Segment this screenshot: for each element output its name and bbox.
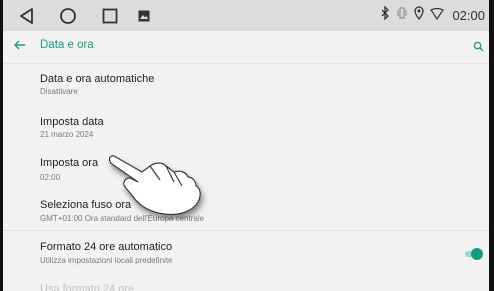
wifi-icon — [430, 7, 445, 25]
settings-list: Data e ora automatiche Disattivare Impos… — [3, 64, 489, 291]
setting-auto-datetime[interactable]: Data e ora automatiche Disattivare — [3, 64, 489, 102]
vibrate-icon — [396, 6, 408, 25]
setting-subtitle: 02:00 — [40, 173, 61, 182]
toggle-knob — [471, 248, 483, 260]
auto-24h-toggle[interactable] — [465, 248, 483, 260]
status-icons: 02:00 — [380, 0, 485, 31]
bluetooth-icon — [380, 5, 390, 25]
device-frame-right — [489, 0, 494, 291]
setting-title: Imposta ora — [40, 157, 99, 169]
status-time: 02:00 — [452, 8, 485, 23]
page-title: Data e ora — [40, 39, 94, 51]
app-header: Data e ora — [3, 31, 489, 64]
setting-title: Imposta data — [40, 116, 104, 128]
setting-title: Data e ora automatiche — [40, 73, 155, 85]
setting-subtitle: Disattivare — [40, 87, 78, 96]
arrow-left-icon[interactable] — [13, 38, 31, 56]
setting-auto-24h[interactable]: Formato 24 ore automatico Utilizza impos… — [3, 231, 489, 275]
setting-set-time[interactable]: Imposta ora 02:00 — [3, 142, 489, 186]
setting-subtitle: 21 marzo 2024 — [40, 130, 94, 139]
tap-hand-icon — [104, 150, 208, 220]
setting-timezone[interactable]: Seleziona fuso ora GMT+01:00 Ora standar… — [3, 186, 489, 229]
setting-title: Formato 24 ore automatico — [40, 241, 173, 253]
setting-set-date[interactable]: Imposta data 21 marzo 2024 — [3, 102, 489, 142]
back-triangle-icon[interactable] — [15, 5, 37, 27]
home-circle-icon[interactable] — [57, 5, 79, 27]
status-bar: 02:00 — [3, 0, 489, 31]
location-icon — [414, 6, 425, 25]
gallery-icon[interactable] — [133, 5, 155, 27]
setting-title: Usa formato 24 ore — [40, 283, 135, 291]
setting-use-24h[interactable]: Usa formato 24 ore — [3, 275, 489, 291]
search-icon[interactable] — [473, 39, 487, 53]
recent-apps-square-icon[interactable] — [99, 5, 121, 27]
setting-subtitle: Utilizza impostazioni locali predefinite — [40, 256, 173, 265]
